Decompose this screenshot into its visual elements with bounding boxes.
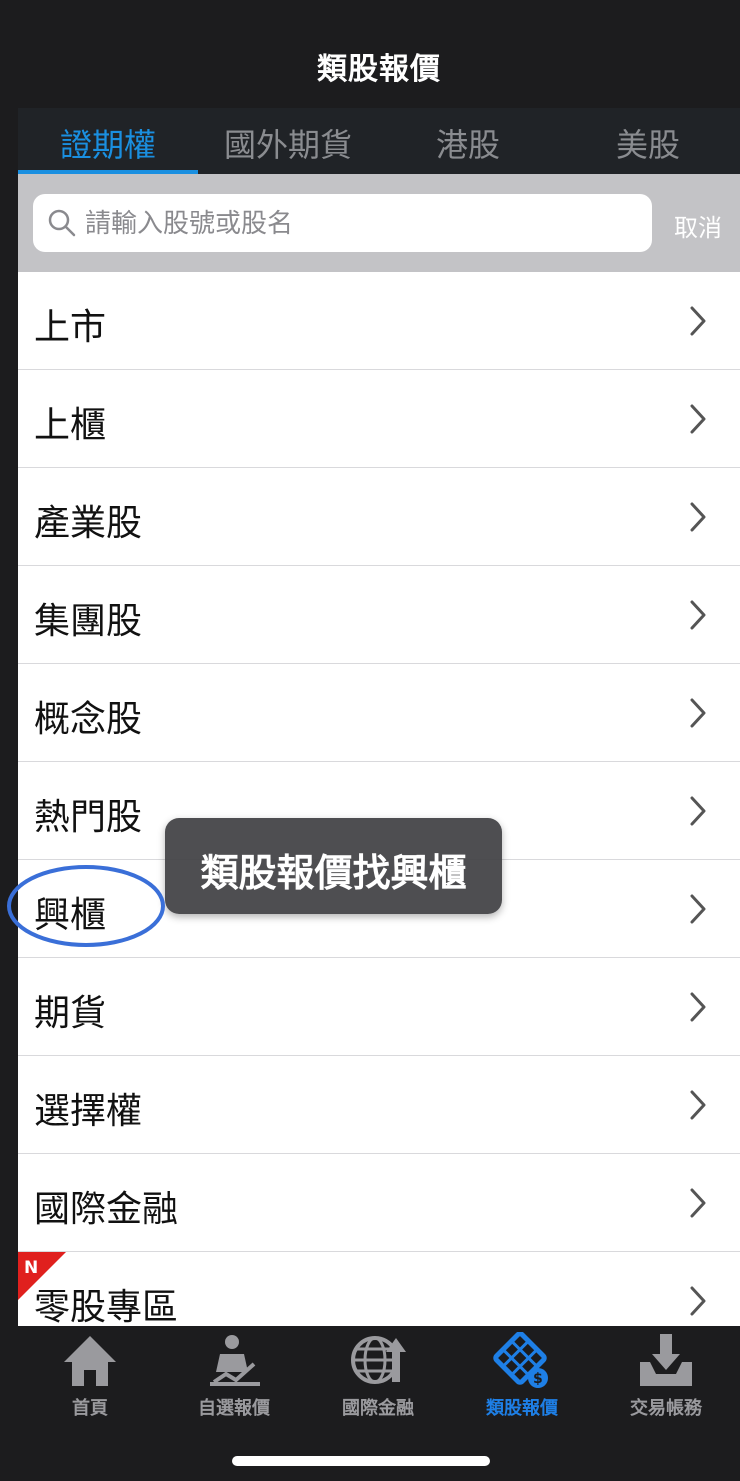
market-tabs: 證期權 國外期貨 港股 美股 bbox=[18, 108, 740, 174]
highlight-circle bbox=[7, 865, 165, 947]
category-list: 上市 上櫃 產業股 集團股 概念股 熱門股 興櫃 期貨 選擇權 國際金融 N 零… bbox=[18, 272, 740, 1326]
globe-icon bbox=[351, 1336, 406, 1384]
chevron-right-icon bbox=[690, 306, 706, 336]
nav-watchlist[interactable]: 自選報價 bbox=[162, 1332, 306, 1419]
list-item-label: 集團股 bbox=[34, 601, 143, 642]
nav-trading-account[interactable]: 交易帳務 bbox=[594, 1332, 738, 1419]
list-item-label: 零股專區 bbox=[34, 1287, 179, 1326]
chevron-right-icon bbox=[690, 1188, 706, 1218]
search-icon bbox=[48, 209, 76, 237]
list-item-intl-finance[interactable]: 國際金融 bbox=[18, 1154, 740, 1252]
list-item-industry[interactable]: 產業股 bbox=[18, 468, 740, 566]
chevron-right-icon bbox=[690, 1090, 706, 1120]
list-item-label: 概念股 bbox=[34, 699, 143, 740]
cancel-button[interactable]: 取消 bbox=[674, 208, 722, 243]
search-bar: 取消 bbox=[18, 174, 740, 272]
header: 類股報價 bbox=[18, 0, 740, 108]
tab-us-stocks[interactable]: 美股 bbox=[558, 120, 738, 166]
nav-home-label: 首頁 bbox=[72, 1398, 108, 1419]
nav-trading-account-label: 交易帳務 bbox=[630, 1398, 702, 1419]
chevron-right-icon bbox=[690, 698, 706, 728]
search-box[interactable] bbox=[33, 194, 652, 252]
chevron-right-icon bbox=[690, 502, 706, 532]
list-item-concept[interactable]: 概念股 bbox=[18, 664, 740, 762]
page-title: 類股報價 bbox=[317, 52, 441, 87]
tab-hk-stocks[interactable]: 港股 bbox=[378, 120, 558, 166]
search-input[interactable] bbox=[83, 200, 637, 248]
inbox-download-icon bbox=[640, 1334, 692, 1386]
svg-text:$: $ bbox=[533, 1371, 543, 1387]
nav-intl-finance[interactable]: 國際金融 bbox=[306, 1332, 450, 1419]
nav-watchlist-label: 自選報價 bbox=[198, 1398, 270, 1419]
tab-securities-futures-options[interactable]: 證期權 bbox=[18, 120, 198, 166]
chevron-right-icon bbox=[690, 600, 706, 630]
home-indicator[interactable] bbox=[232, 1456, 490, 1466]
nav-category-quotes[interactable]: $ 類股報價 bbox=[450, 1332, 594, 1419]
nav-home[interactable]: 首頁 bbox=[18, 1332, 162, 1419]
list-item-futures[interactable]: 期貨 bbox=[18, 958, 740, 1056]
home-icon bbox=[64, 1336, 116, 1386]
nav-intl-finance-label: 國際金融 bbox=[342, 1398, 414, 1419]
list-item-listed[interactable]: 上市 bbox=[18, 272, 740, 370]
new-badge-text: N bbox=[24, 1258, 38, 1278]
list-item-label: 上櫃 bbox=[34, 405, 107, 446]
list-item-label: 熱門股 bbox=[34, 797, 143, 838]
tab-foreign-futures[interactable]: 國外期貨 bbox=[198, 120, 378, 166]
chevron-right-icon bbox=[690, 992, 706, 1022]
chevron-right-icon bbox=[690, 1286, 706, 1316]
film-dollar-icon: $ bbox=[493, 1332, 548, 1388]
list-item-label: 上市 bbox=[34, 307, 107, 348]
person-chart-icon bbox=[210, 1335, 260, 1386]
chevron-right-icon bbox=[690, 796, 706, 826]
list-item-label: 期貨 bbox=[34, 993, 107, 1034]
list-item-odd-lot[interactable]: N 零股專區 bbox=[18, 1252, 740, 1326]
tooltip-text: 類股報價找興櫃 bbox=[200, 851, 467, 895]
list-item-options[interactable]: 選擇權 bbox=[18, 1056, 740, 1154]
list-item-label: 選擇權 bbox=[34, 1091, 143, 1132]
tooltip: 類股報價找興櫃 bbox=[165, 818, 502, 914]
chevron-right-icon bbox=[690, 894, 706, 924]
nav-category-quotes-label: 類股報價 bbox=[486, 1398, 558, 1419]
app-screen: 類股報價 證期權 國外期貨 港股 美股 取消 上市 上櫃 產業股 bbox=[7, 0, 740, 1481]
chevron-right-icon bbox=[690, 404, 706, 434]
list-item-label: 國際金融 bbox=[34, 1189, 179, 1230]
list-item-group[interactable]: 集團股 bbox=[18, 566, 740, 664]
list-item-otc[interactable]: 上櫃 bbox=[18, 370, 740, 468]
list-item-label: 產業股 bbox=[34, 503, 143, 544]
